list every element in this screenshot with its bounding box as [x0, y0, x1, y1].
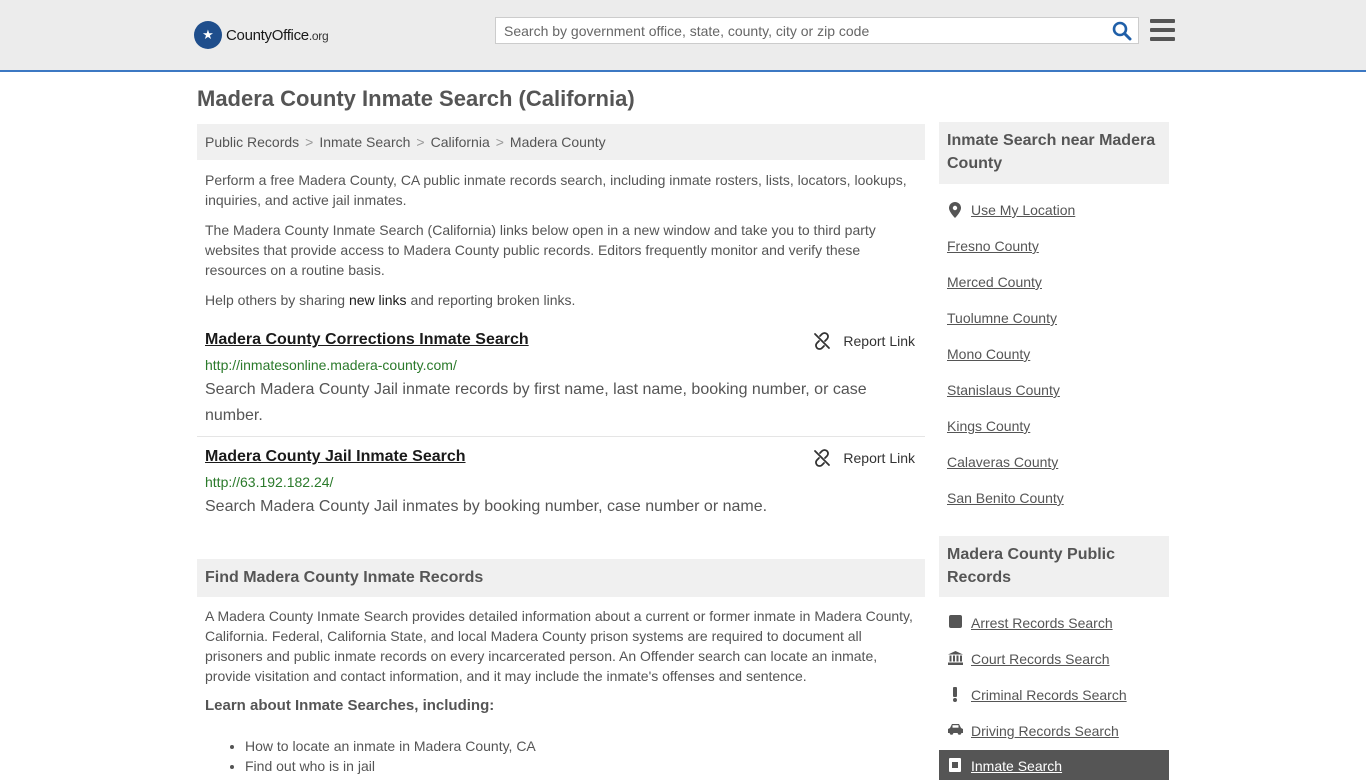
square-icon — [947, 615, 963, 628]
result-description: Search Madera County Jail inmate records… — [205, 381, 867, 424]
disclaimer-paragraph: The Madera County Inmate Search (Califor… — [205, 222, 876, 278]
result-url: http://inmatesonline.madera-county.com/ — [205, 357, 457, 373]
report-link-button[interactable]: Report Link — [813, 332, 915, 350]
breadcrumb-separator: > — [416, 134, 425, 150]
result-title-link[interactable]: Madera County Corrections Inmate Search — [205, 331, 529, 349]
nearby-heading: Inmate Search near Madera County — [939, 122, 1169, 184]
records-heading: Madera County Public Records — [939, 536, 1169, 597]
jail-icon — [947, 758, 963, 772]
nearby-item[interactable]: Calaveras County — [947, 454, 1169, 490]
exclamation-icon — [947, 687, 963, 702]
nearby-item[interactable]: Tuolumne County — [947, 310, 1169, 346]
nearby-item-use-my-location[interactable]: Use My Location — [947, 202, 1169, 238]
result-item: Madera County Jail Inmate Search Report … — [197, 448, 925, 528]
learn-list: How to locate an inmate in Madera County… — [227, 736, 536, 776]
nearby-item[interactable]: San Benito County — [947, 490, 1169, 526]
list-item: Find out who is in jail — [245, 756, 536, 776]
logo-tld: .org — [308, 28, 329, 43]
records-list: Arrest Records Search Court Records Sear… — [947, 615, 1169, 759]
nearby-list: Use My Location Fresno County Merced Cou… — [947, 202, 1169, 526]
nearby-item[interactable]: Merced County — [947, 274, 1169, 310]
result-url: http://63.192.182.24/ — [205, 474, 334, 490]
search-icon[interactable] — [1112, 21, 1132, 41]
hamburger-menu-icon[interactable] — [1150, 19, 1175, 41]
result-description: Search Madera County Jail inmates by boo… — [205, 498, 768, 515]
breadcrumb-california[interactable]: California — [431, 134, 490, 150]
breadcrumb-inmate-search[interactable]: Inmate Search — [319, 134, 410, 150]
site-header: ★ CountyOffice.org — [0, 0, 1366, 72]
nearby-item[interactable]: Kings County — [947, 418, 1169, 454]
breadcrumb-public-records[interactable]: Public Records — [205, 134, 299, 150]
breadcrumb-separator: > — [305, 134, 314, 150]
car-icon — [947, 723, 963, 735]
location-pin-icon — [947, 202, 963, 218]
section-heading: Find Madera County Inmate Records — [197, 559, 925, 597]
broken-link-icon — [814, 332, 831, 350]
breadcrumb: Public Records > Inmate Search > California >… — [197, 124, 925, 160]
page-title: Madera County Inmate Search (California) — [197, 86, 635, 111]
broken-link-icon — [814, 449, 831, 467]
records-item-criminal[interactable]: Criminal Records Search — [947, 687, 1169, 723]
result-item: Madera County Corrections Inmate Search … — [197, 331, 925, 431]
new-links-link[interactable]: new links — [349, 292, 407, 308]
learn-heading: Learn about Inmate Searches, including: — [205, 697, 495, 714]
nearby-item[interactable]: Fresno County — [947, 238, 1169, 274]
courthouse-icon — [947, 651, 963, 665]
section-body: A Madera County Inmate Search provides d… — [205, 608, 913, 684]
nearby-item[interactable]: Stanislaus County — [947, 382, 1169, 418]
search-bar — [495, 17, 1139, 44]
list-item: How to locate an inmate in Madera County… — [245, 736, 536, 756]
site-logo[interactable]: ★ CountyOffice.org — [194, 20, 329, 50]
divider — [197, 436, 925, 437]
records-item-arrest[interactable]: Arrest Records Search — [947, 615, 1169, 651]
records-item-court[interactable]: Court Records Search — [947, 651, 1169, 687]
report-link-button[interactable]: Report Link — [813, 449, 915, 467]
share-paragraph: Help others by sharing new links and rep… — [205, 292, 576, 308]
breadcrumb-separator: > — [495, 134, 504, 150]
intro-paragraph: Perform a free Madera County, CA public … — [205, 172, 907, 208]
nearby-item[interactable]: Mono County — [947, 346, 1169, 382]
breadcrumb-current: Madera County — [509, 134, 606, 150]
logo-text: CountyOffice — [226, 26, 309, 44]
eagle-seal-icon: ★ — [194, 21, 222, 49]
result-title-link[interactable]: Madera County Jail Inmate Search — [205, 448, 466, 466]
records-item-inmate-active[interactable]: Inmate Search — [939, 750, 1169, 780]
search-input[interactable] — [496, 18, 1104, 43]
